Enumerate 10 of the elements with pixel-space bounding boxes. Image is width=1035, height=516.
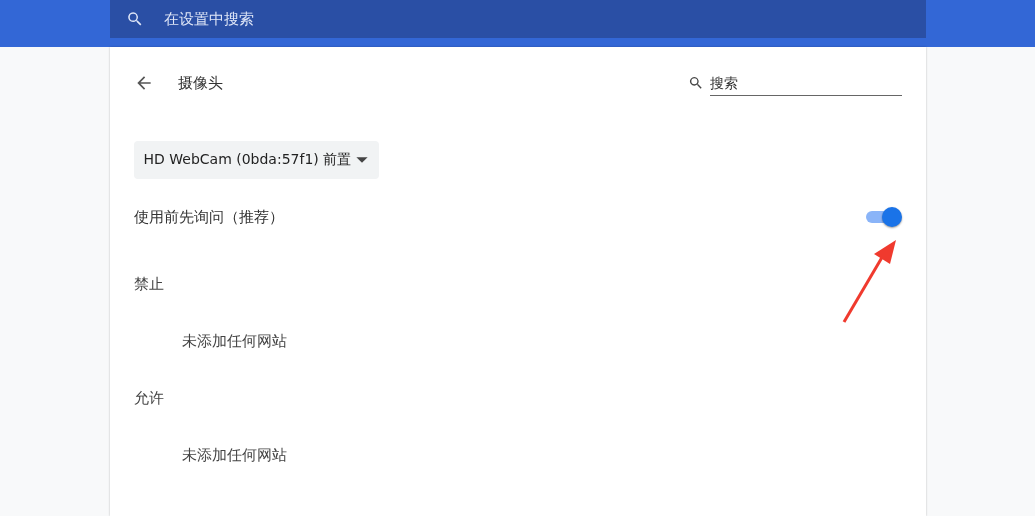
search-icon [687, 75, 704, 91]
section-title: 禁止 [133, 275, 165, 294]
empty-message: 未添加任何网站 [181, 332, 288, 351]
search-icon [125, 10, 144, 28]
setting-label: 使用前先询问（推荐） [133, 207, 284, 227]
camera-dropdown[interactable]: HD WebCam (0bda:57f1) 前置 [133, 141, 380, 179]
search-field[interactable]: 在设置中搜索 [109, 0, 926, 38]
page-title: 摄像头 [177, 73, 224, 93]
section-title: 允许 [133, 389, 165, 408]
empty-message: 未添加任何网站 [181, 446, 288, 465]
